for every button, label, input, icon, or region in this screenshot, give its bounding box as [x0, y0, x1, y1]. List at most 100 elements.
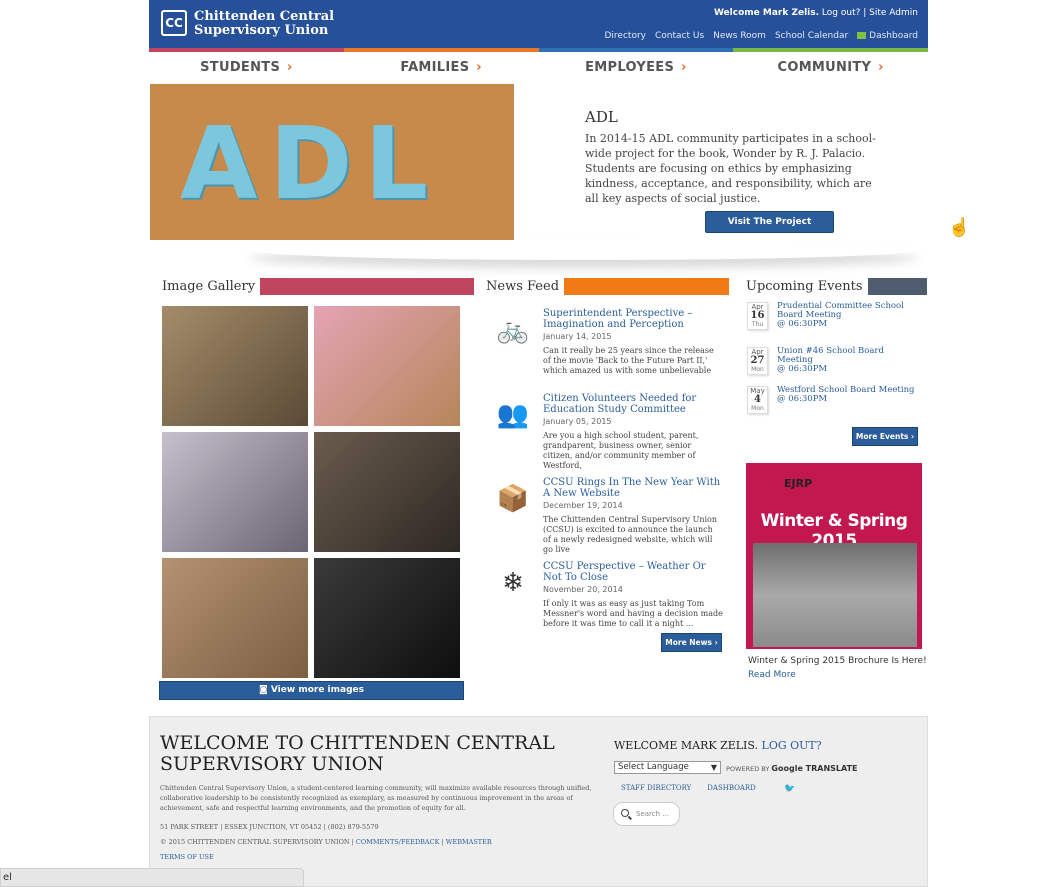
camera-icon: ◙ [259, 685, 268, 695]
more-news-button[interactable]: More News › [661, 633, 722, 652]
people-circle-icon: 👥 [496, 400, 530, 430]
site-title-line1: Chittenden Central [194, 9, 335, 24]
read-more-link[interactable]: Read More [748, 670, 796, 680]
stripe-blue [538, 48, 734, 52]
nav-families[interactable]: FAMILIES › [344, 54, 539, 82]
newsroom-link[interactable]: News Room [713, 31, 766, 41]
nav-label: EMPLOYEES [585, 60, 675, 75]
welcome-bar: Welcome Mark Zelis. Log out? | Site Admi… [714, 8, 918, 18]
gallery-image[interactable] [162, 558, 308, 678]
stripe-green [733, 48, 928, 52]
news-item: 👥 Citizen Volunteers Needed for Educatio… [487, 393, 727, 473]
news-item-date: January 14, 2015 [543, 332, 612, 341]
event-day: 27 [750, 355, 765, 366]
snow-day-icon: ❄ [502, 568, 524, 598]
event-day: 4 [754, 394, 761, 405]
news-accent-bar [564, 278, 730, 295]
news-item-excerpt: Can it really be 25 years since the rele… [543, 346, 714, 375]
hero-shadow [249, 240, 919, 260]
gallery-title: Image Gallery [162, 278, 256, 294]
gallery-grid [162, 306, 462, 678]
directory-link[interactable]: Directory [605, 31, 646, 41]
nav-employees[interactable]: EMPLOYEES › [539, 54, 734, 82]
event-title-text: Union #46 School Board Meeting [777, 346, 884, 365]
news-item-date: November 20, 2014 [543, 585, 623, 594]
event-time: @ 06:30PM [777, 319, 828, 329]
chevron-right-icon: › [286, 60, 293, 75]
site-header: CC Chittenden Central Supervisory Union … [149, 0, 928, 52]
color-stripe [149, 48, 928, 52]
visit-project-button[interactable]: Visit The Project Website [705, 211, 834, 247]
language-value: Select Language [618, 762, 689, 772]
feedback-link[interactable]: COMMENTS/FEEDBACK [356, 838, 440, 846]
gallery-image[interactable] [314, 558, 460, 678]
adl-books-picture: ADL [180, 105, 441, 222]
box-icon: 📦 [496, 484, 530, 514]
separator: | [863, 8, 867, 18]
logo-icon[interactable]: CC [161, 10, 187, 36]
footer-links: STAFF DIRECTORY DASHBOARD [621, 784, 756, 792]
terms-link[interactable]: TERMS OF USE [160, 853, 214, 861]
dashboard-link[interactable]: Dashboard [857, 31, 918, 41]
dashboard-label: Dashboard [869, 31, 918, 41]
chevron-right-icon: › [680, 60, 687, 75]
welcome-text: Welcome Mark Zelis. [713, 8, 820, 18]
search-input[interactable]: Search ... [613, 802, 680, 826]
nav-community[interactable]: COMMUNITY › [733, 54, 928, 82]
news-item-title[interactable]: CCSU Rings In The New Year With A New We… [543, 477, 723, 499]
nav-label: FAMILIES [400, 60, 470, 75]
footer-logout-link[interactable]: LOG OUT? [762, 739, 822, 752]
brochure-caption: Winter & Spring 2015 Brochure Is Here! [748, 656, 927, 666]
site-admin-link[interactable]: Site Admin [869, 8, 918, 18]
calendar-date: Apr 27 Mon [747, 347, 768, 375]
calendar-date: Apr 16 Thu [747, 302, 768, 330]
hero-image[interactable]: ADL [150, 84, 514, 240]
event-title-text: Prudential Committee School Board Meetin… [777, 301, 904, 320]
more-events-button[interactable]: More Events › [852, 427, 918, 446]
gallery-image[interactable] [162, 432, 308, 552]
nav-label: STUDENTS [200, 60, 281, 75]
dropdown-arrow-icon: ▼ [710, 763, 717, 772]
event-title[interactable]: Westford School Board Meeting @ 06:30PM [777, 386, 917, 404]
footer-copyright: © 2015 CHITTENDEN CENTRAL SUPERVISORY UN… [160, 838, 492, 846]
event-item: Apr 16 Thu Prudential Committee School B… [747, 302, 917, 334]
copyright-text: © 2015 CHITTENDEN CENTRAL SUPERVISORY UN… [160, 838, 354, 846]
events-title: Upcoming Events [746, 278, 863, 294]
powered-by: POWERED BY Google TRANSLATE [726, 764, 858, 773]
gallery-accent-bar [260, 278, 475, 295]
view-more-images-button[interactable]: ◙ View more images [159, 681, 464, 700]
stripe-red [149, 48, 344, 52]
news-item-title[interactable]: CCSU Perspective – Weather Or Not To Clo… [543, 561, 723, 583]
twitter-icon[interactable]: 🐦 [784, 784, 795, 794]
footer-dashboard-link[interactable]: DASHBOARD [707, 784, 756, 792]
site-footer: WELCOME TO CHITTENDEN CENTRAL SUPERVISOR… [149, 716, 928, 887]
nav-label: COMMUNITY [777, 60, 872, 75]
hero-title: ADL [585, 108, 618, 126]
event-weekday: Thu [751, 321, 764, 328]
gallery-image[interactable] [314, 432, 460, 552]
calendar-link[interactable]: School Calendar [775, 31, 848, 41]
site-title[interactable]: Chittenden Central Supervisory Union [194, 10, 334, 38]
brochure-banner[interactable]: EJRP Winter & Spring 2015 [746, 463, 922, 649]
news-item-title[interactable]: Superintendent Perspective – Imagination… [543, 308, 723, 330]
gallery-image[interactable] [314, 306, 460, 426]
gallery-image[interactable] [162, 306, 308, 426]
footer-title: WELCOME TO CHITTENDEN CENTRAL SUPERVISOR… [160, 732, 555, 775]
utility-links: Directory Contact Us News Room School Ca… [605, 31, 919, 41]
language-select[interactable]: Select Language ▼ [614, 761, 721, 774]
stripe-orange [343, 48, 539, 52]
webmaster-link[interactable]: WEBMASTER [446, 838, 492, 846]
footer-address: 51 PARK STREET | ESSEX JUNCTION, VT 0545… [160, 823, 379, 831]
gallery-heading: Image Gallery [162, 278, 475, 295]
news-item-excerpt: If only it was as easy as just taking To… [543, 599, 723, 628]
logout-link[interactable]: Log out? [822, 8, 860, 18]
contact-link[interactable]: Contact Us [655, 31, 704, 41]
hero-description: In 2014-15 ADL community participates in… [585, 132, 876, 205]
staff-directory-link[interactable]: STAFF DIRECTORY [621, 784, 691, 792]
nav-students[interactable]: STUDENTS › [149, 54, 344, 82]
news-item-title[interactable]: Citizen Volunteers Needed for Education … [543, 393, 723, 415]
news-item-excerpt: Are you a high school student, parent, g… [543, 431, 699, 470]
event-title[interactable]: Union #46 School Board Meeting @ 06:30PM [777, 347, 917, 374]
footer-welcome: WELCOME MARK ZELIS. LOG OUT? [614, 739, 822, 752]
event-title[interactable]: Prudential Committee School Board Meetin… [777, 302, 917, 329]
